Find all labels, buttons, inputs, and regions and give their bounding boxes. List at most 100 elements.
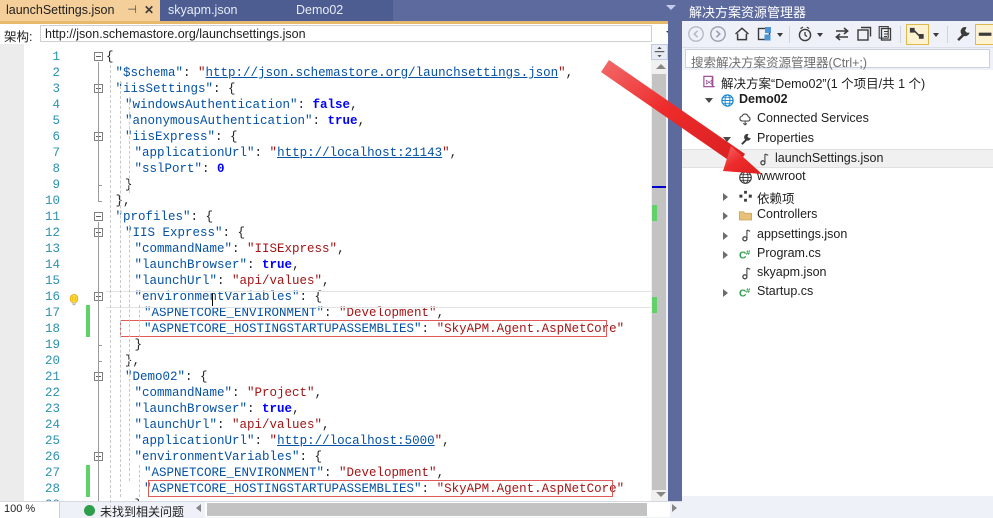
collapse-all-icon[interactable] — [854, 24, 874, 45]
code-line[interactable]: "ASPNETCORE_ENVIRONMENT": "Development", — [106, 465, 444, 481]
collapse-region-icon[interactable] — [94, 52, 103, 61]
collapse-chevron-icon[interactable] — [705, 98, 713, 104]
lightbulb-icon[interactable] — [67, 293, 81, 307]
pin-tab-icon[interactable]: ⊣ — [127, 0, 137, 21]
scroll-right-arrow-icon[interactable] — [672, 504, 677, 512]
expand-chevron-icon[interactable] — [723, 289, 728, 298]
line-number: 6 — [52, 130, 60, 144]
solution-explorer-search-input[interactable]: 搜索解决方案资源管理器(Ctrl+;) — [685, 49, 990, 70]
code-token: : — [324, 466, 340, 480]
properties-nav-button[interactable] — [906, 24, 929, 45]
solution-explorer-tree[interactable]: ⋈ 解决方案“Demo02”(1 个项目/共 1 个) Demo02 Connecte… — [682, 70, 993, 496]
editor-tab-2[interactable]: Demo02 — [288, 0, 393, 21]
code-token: : — [254, 434, 270, 448]
properties-wrench-icon[interactable] — [953, 24, 973, 45]
code-line[interactable]: "environmentVariables": { — [106, 449, 323, 465]
code-token: "api/values" — [232, 274, 323, 288]
tree-item--demo02-1-1-[interactable]: ⋈ 解决方案“Demo02”(1 个项目/共 1 个) — [682, 72, 993, 91]
json-file-icon — [756, 152, 771, 167]
line-number: 20 — [44, 354, 60, 368]
tab-list-chevron-down-icon[interactable] — [666, 5, 676, 10]
code-line[interactable]: "iisSettings": { — [106, 81, 236, 97]
collapse-chevron-icon[interactable] — [723, 136, 731, 142]
line-number: 25 — [44, 434, 60, 448]
line-number-gutter: 1 2 3 4 5 6 7 8 9 10 11 12 13 14 15 16 17 18 19 20 21 22 23 24 2… — [24, 44, 66, 501]
horizontal-scrollbar-thumb[interactable] — [207, 503, 647, 516]
code-token: "launchBrowser" — [134, 402, 248, 416]
tree-item-appsettings-json[interactable]: appsettings.json — [682, 226, 993, 245]
pending-changes-icon[interactable] — [795, 24, 815, 45]
code-line[interactable]: "anonymousAuthentication": true, — [106, 113, 365, 129]
back-icon[interactable] — [686, 24, 706, 45]
home-icon[interactable] — [732, 24, 752, 45]
collapse-region-icon[interactable] — [94, 212, 103, 221]
code-token[interactable]: http://localhost:21143 — [277, 146, 442, 160]
code-editor-area[interactable]: 1 2 3 4 5 6 7 8 9 10 11 12 13 14 15 16 17 18 19 20 21 22 23 24 2… — [0, 44, 682, 501]
scroll-up-arrow-icon[interactable] — [656, 64, 666, 69]
code-line[interactable]: "IIS Express": { — [106, 225, 245, 241]
chevron-down-icon[interactable] — [775, 28, 785, 49]
code-token[interactable]: http://localhost:5000 — [277, 434, 435, 448]
glyph-margin[interactable] — [66, 44, 86, 501]
line-number: 12 — [44, 226, 60, 240]
editor-right-edge — [668, 21, 682, 501]
preview-selected-items-button[interactable] — [975, 24, 993, 45]
code-line[interactable]: "launchUrl": "api/values", — [106, 417, 330, 433]
code-token: "launchUrl" — [134, 274, 218, 288]
code-token: "iisExpress" — [125, 130, 216, 144]
code-line[interactable]: "sslPort": 0 — [106, 161, 225, 177]
code-line[interactable]: "$schema": "http://json.schemastore.org/… — [106, 65, 574, 81]
tree-item-program-cs[interactable]: C # Program.cs — [682, 245, 993, 264]
code-line[interactable]: "Demo02": { — [106, 369, 208, 385]
code-line[interactable]: "launchBrowser": true, — [106, 257, 300, 273]
wwwroot-icon — [738, 170, 753, 185]
tree-item-skyapm-json[interactable]: skyapm.json — [682, 264, 993, 283]
scroll-left-arrow-icon[interactable] — [196, 504, 201, 512]
code-token: "environmentVariables" — [134, 450, 300, 464]
tree-item--[interactable]: 依赖项 — [682, 187, 993, 206]
vertical-scrollbar-thumb[interactable] — [652, 74, 666, 490]
code-line[interactable]: "applicationUrl": "http://localhost:5000… — [106, 433, 450, 449]
line-number: 3 — [52, 82, 60, 96]
editor-tab-1[interactable]: skyapm.json — [160, 0, 288, 21]
tree-item-launchsettings-json[interactable]: launchSettings.json — [682, 148, 993, 168]
code-line[interactable]: "profiles": { — [106, 209, 214, 225]
scroll-down-arrow-icon[interactable] — [656, 492, 666, 497]
tree-item-controllers[interactable]: Controllers — [682, 206, 993, 225]
refresh-icon[interactable] — [832, 24, 852, 45]
code-line[interactable]: } — [106, 337, 143, 353]
code-line[interactable]: "commandName": "IISExpress", — [106, 241, 345, 257]
editor-tab-label: launchSettings.json — [6, 3, 115, 17]
expand-chevron-icon[interactable] — [723, 250, 728, 259]
expand-chevron-icon[interactable] — [723, 231, 728, 240]
chevron-down-icon-2[interactable] — [815, 28, 825, 49]
schema-combobox[interactable]: http://json.schemastore.org/launchsettin… — [40, 25, 652, 42]
code-line[interactable]: "launchBrowser": true, — [106, 401, 300, 417]
code-line[interactable]: }, — [106, 353, 140, 369]
tree-item-wwwroot[interactable]: wwwroot — [682, 168, 993, 187]
code-line[interactable]: "launchUrl": "api/values", — [106, 273, 330, 289]
code-line[interactable]: { — [106, 49, 114, 65]
line-number: 11 — [44, 210, 60, 224]
outlining-end — [98, 361, 102, 362]
sync-with-active-document-icon[interactable] — [755, 24, 775, 45]
code-text[interactable]: {"$schema": "http://json.schemastore.org… — [106, 44, 646, 501]
code-line[interactable]: "commandName": "Project", — [106, 385, 323, 401]
split-view-button[interactable] — [651, 44, 668, 60]
tree-item-connected-services[interactable]: Connected Services — [682, 110, 993, 129]
show-all-files-icon[interactable] — [876, 24, 896, 45]
tree-item-startup-cs[interactable]: C # Startup.cs — [682, 283, 993, 302]
editor-tab-0[interactable]: launchSettings.json ⊣ ✕ — [0, 0, 160, 21]
expand-chevron-icon[interactable] — [723, 193, 728, 202]
tree-item-properties[interactable]: Properties — [682, 130, 993, 149]
code-token[interactable]: http://json.schemastore.org/launchsettin… — [206, 66, 559, 80]
outlining-margin[interactable] — [92, 44, 106, 501]
expand-chevron-icon[interactable] — [723, 212, 728, 221]
code-line[interactable]: "iisExpress": { — [106, 129, 238, 145]
tree-item-demo02[interactable]: Demo02 — [682, 91, 993, 110]
close-tab-icon[interactable]: ✕ — [144, 0, 154, 21]
forward-icon[interactable] — [708, 24, 728, 45]
code-line[interactable]: "windowsAuthentication": false, — [106, 97, 358, 113]
code-line[interactable]: "applicationUrl": "http://localhost:2114… — [106, 145, 458, 161]
chevron-down-icon-3[interactable] — [931, 28, 941, 49]
